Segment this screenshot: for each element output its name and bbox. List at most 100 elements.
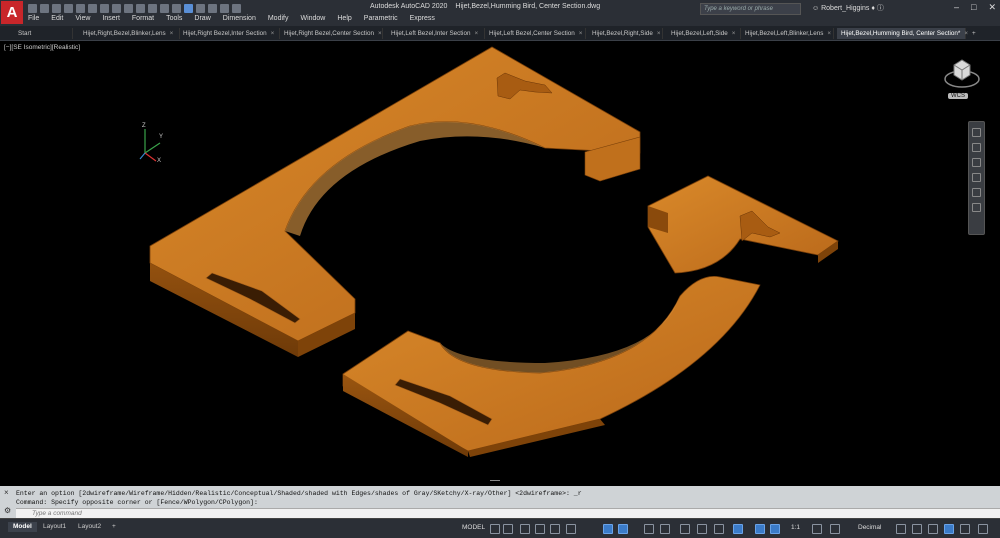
viewcube[interactable]: [942, 53, 982, 95]
bezel-upper-piece[interactable]: [149, 46, 641, 357]
undo-icon[interactable]: [112, 3, 121, 13]
layout-tab-layout2[interactable]: Layout2: [73, 522, 106, 532]
graphics-performance-icon[interactable]: [944, 524, 954, 534]
maximize-icon[interactable]: □: [971, 2, 976, 13]
layout-tab-layout1[interactable]: Layout1: [38, 522, 71, 532]
layer-props-icon[interactable]: [172, 3, 181, 13]
close-icon[interactable]: ✕: [988, 2, 996, 13]
menu-window[interactable]: Window: [300, 15, 325, 22]
transparency-icon[interactable]: [660, 524, 670, 534]
close-tab-icon[interactable]: ×: [827, 30, 831, 37]
save-icon[interactable]: [52, 3, 61, 13]
grid-icon[interactable]: [490, 524, 500, 534]
add-layout-icon[interactable]: +: [107, 522, 121, 532]
selection-filter-icon[interactable]: [733, 524, 743, 534]
close-command-icon[interactable]: ×: [4, 488, 9, 497]
menu-express[interactable]: Express: [410, 15, 435, 22]
showmotion-icon[interactable]: [972, 188, 981, 197]
new-tab-button[interactable]: +: [968, 28, 982, 39]
infer-icon[interactable]: [520, 524, 530, 534]
bezel-right-piece[interactable]: [647, 175, 839, 274]
customize-icon[interactable]: ⚙: [4, 506, 11, 515]
isolate-objects-icon[interactable]: [928, 524, 938, 534]
file-tab[interactable]: Hijet,Bezel,Left,Side ×: [667, 28, 741, 39]
file-tab[interactable]: Hijet,Bezel,Left,Blinker,Lens ×: [741, 28, 834, 39]
annotation-scale[interactable]: 1:1: [791, 523, 800, 533]
viewport-splitter[interactable]: [490, 480, 500, 481]
annotation-monitor-icon[interactable]: [830, 524, 840, 534]
minimize-icon[interactable]: –: [954, 2, 959, 13]
open-icon[interactable]: [40, 3, 49, 13]
file-tab-active[interactable]: Hijet,Bezel,Humming Bird, Center Section…: [837, 28, 968, 39]
close-tab-icon[interactable]: ×: [378, 30, 382, 37]
layers-icon[interactable]: [220, 3, 229, 13]
selection-cycling-icon[interactable]: [680, 524, 690, 534]
search-input[interactable]: Type a keyword or phrase: [700, 3, 801, 15]
close-tab-icon[interactable]: ×: [657, 30, 661, 37]
web-save-icon[interactable]: [88, 3, 97, 13]
share-icon[interactable]: [136, 3, 145, 13]
tab-start[interactable]: Start: [14, 28, 73, 39]
properties-icon[interactable]: [208, 3, 217, 13]
menu-dimension[interactable]: Dimension: [223, 15, 256, 22]
drawing-viewport[interactable]: [−][SE Isometric][Realistic] Z Y X WCS: [0, 41, 1000, 486]
orbit-icon[interactable]: [972, 173, 981, 182]
match-props-icon[interactable]: [196, 3, 205, 13]
layer-icon[interactable]: [160, 3, 169, 13]
menu-modify[interactable]: Modify: [268, 15, 289, 22]
menu-parametric[interactable]: Parametric: [364, 15, 398, 22]
user-account[interactable]: ☺ Robert_Higgins ♦ ⓘ: [812, 3, 884, 13]
bezel-lower-piece[interactable]: [342, 276, 761, 457]
osnap-icon[interactable]: [603, 524, 613, 534]
layout-tab-model[interactable]: Model: [8, 522, 37, 532]
menu-insert[interactable]: Insert: [102, 15, 120, 22]
cart-icon[interactable]: ♦: [871, 5, 875, 12]
object-snap-tracking-icon[interactable]: [618, 524, 628, 534]
file-tab[interactable]: Hijet,Right Bezel,Inter Section ×: [179, 28, 280, 39]
annotation-visibility-icon[interactable]: [755, 524, 765, 534]
zoom-icon[interactable]: [972, 158, 981, 167]
file-tab[interactable]: Hijet,Left Bezel,Center Section ×: [485, 28, 586, 39]
close-tab-icon[interactable]: ×: [579, 30, 583, 37]
dropdown-icon[interactable]: [232, 3, 241, 13]
lock-ui-icon[interactable]: [912, 524, 922, 534]
dynamic-ucs-icon[interactable]: [714, 524, 724, 534]
redo-icon[interactable]: [124, 3, 133, 13]
file-tab[interactable]: Hijet,Right Bezel,Center Section ×: [280, 28, 383, 39]
selection-icon[interactable]: [184, 3, 193, 13]
new-icon[interactable]: [28, 3, 37, 13]
wcs-menu[interactable]: WCS: [948, 93, 968, 99]
navbar-options-icon[interactable]: [972, 203, 981, 212]
menu-draw[interactable]: Draw: [194, 15, 210, 22]
close-tab-icon[interactable]: ×: [170, 30, 174, 37]
close-tab-icon[interactable]: ×: [271, 30, 275, 37]
quick-properties-icon[interactable]: [896, 524, 906, 534]
steering-wheel-icon[interactable]: [972, 128, 981, 137]
lineweight-icon[interactable]: [644, 524, 654, 534]
application-menu-button[interactable]: A: [1, 1, 23, 24]
file-tab[interactable]: Hijet,Bezel,Right,Side ×: [588, 28, 663, 39]
pan-icon[interactable]: [972, 143, 981, 152]
save-as-icon[interactable]: [64, 3, 73, 13]
customization-menu-icon[interactable]: [978, 524, 988, 534]
menu-help[interactable]: Help: [337, 15, 351, 22]
ortho-icon[interactable]: [550, 524, 560, 534]
polar-icon[interactable]: [566, 524, 576, 534]
command-input[interactable]: Type a command: [16, 508, 1000, 518]
workspace-icon[interactable]: [148, 3, 157, 13]
units-dropdown[interactable]: Decimal: [858, 523, 881, 533]
autoscale-icon[interactable]: [770, 524, 780, 534]
menu-tools[interactable]: Tools: [166, 15, 182, 22]
plot-icon[interactable]: [100, 3, 109, 13]
menu-view[interactable]: View: [75, 15, 90, 22]
clean-screen-icon[interactable]: [960, 524, 970, 534]
dynamic-input-icon[interactable]: [535, 524, 545, 534]
workspace-switch-icon[interactable]: [812, 524, 822, 534]
menu-edit[interactable]: Edit: [51, 15, 63, 22]
close-tab-icon[interactable]: ×: [732, 30, 736, 37]
3d-osnap-icon[interactable]: [697, 524, 707, 534]
model-space-button[interactable]: MODEL: [462, 523, 485, 533]
snap-icon[interactable]: [503, 524, 513, 534]
menu-format[interactable]: Format: [132, 15, 154, 22]
file-tab[interactable]: Hijet,Left Bezel,Inter Section ×: [387, 28, 485, 39]
